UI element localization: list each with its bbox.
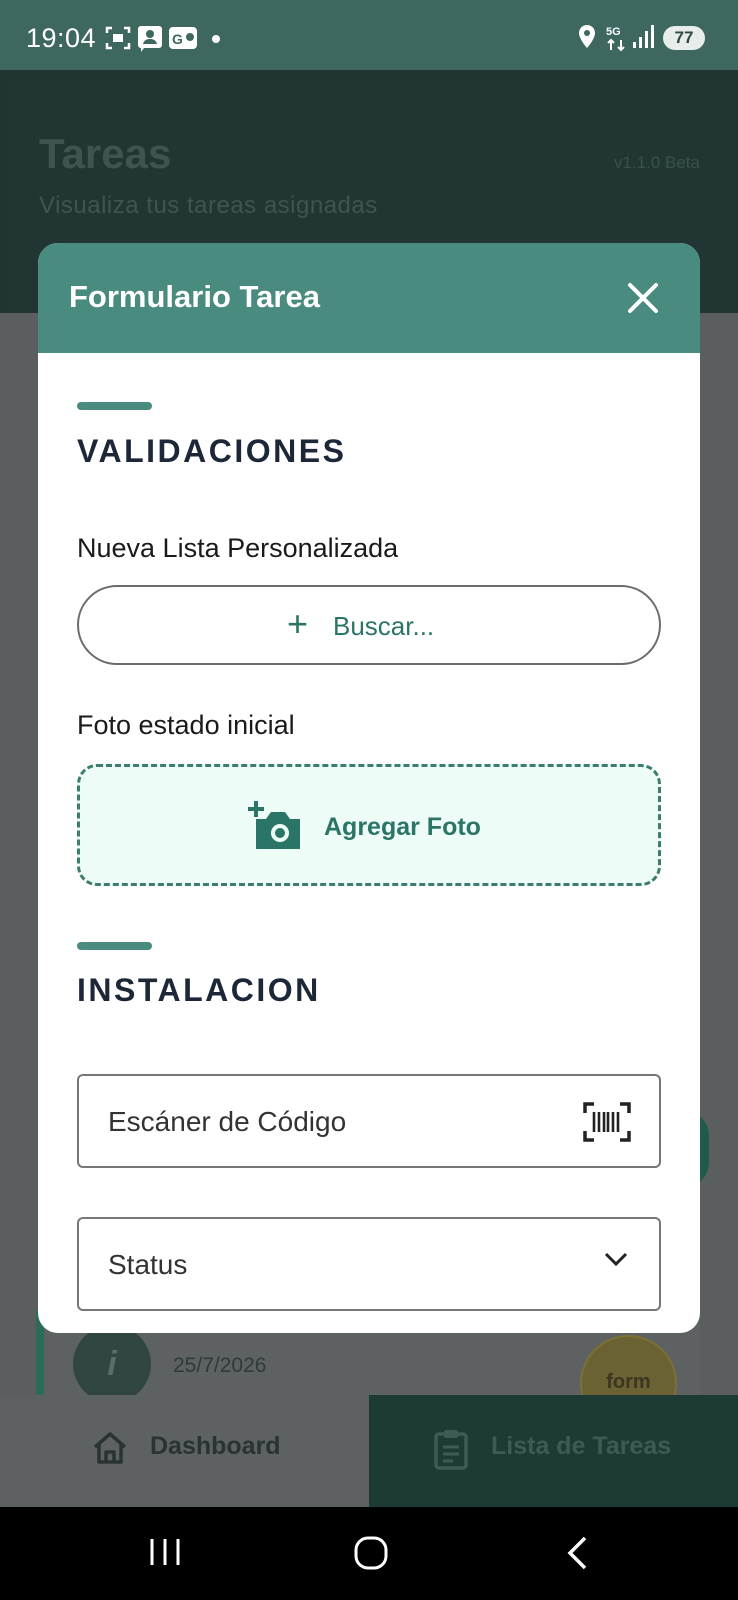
app-subtitle: Visualiza tus tareas asignadas	[39, 192, 378, 219]
home-icon	[93, 1432, 127, 1464]
nav-label-dashboard: Dashboard	[150, 1432, 281, 1460]
back-icon[interactable]	[563, 1535, 593, 1571]
home-circle-icon[interactable]	[353, 1535, 389, 1571]
status-select[interactable]: Status	[77, 1217, 661, 1311]
app-version: v1.1.0 Beta	[613, 153, 700, 172]
contact-icon	[138, 26, 162, 52]
nav-item-dashboard[interactable]: Dashboard	[0, 1395, 369, 1507]
bottom-navigation: Dashboard Lista de Tareas	[0, 1395, 738, 1507]
dialog-body: VALIDACIONES Nueva Lista Personalizada +…	[38, 353, 700, 1333]
dialog-title: Formulario Tarea	[69, 279, 320, 314]
signal-icon	[633, 25, 654, 48]
code-scanner-field[interactable]: Escáner de Código	[77, 1074, 661, 1168]
info-icon: i	[73, 1325, 151, 1403]
photo-label: Foto estado inicial	[77, 710, 295, 740]
nav-label-task-list: Lista de Tareas	[491, 1432, 672, 1460]
add-photo-button[interactable]: Agregar Foto	[77, 764, 661, 886]
section-title-installation: INSTALACION	[77, 972, 321, 1008]
barcode-icon[interactable]	[583, 1101, 631, 1143]
add-photo-icon	[248, 801, 300, 849]
code-scanner-placeholder: Escáner de Código	[108, 1106, 347, 1137]
status-placeholder: Status	[108, 1249, 188, 1280]
notification-dot	[212, 35, 220, 43]
search-button[interactable]: + Buscar...	[77, 585, 661, 665]
system-navigation-bar	[0, 1507, 738, 1600]
section-divider	[77, 942, 152, 950]
task-date: 25/7/2026	[173, 1354, 267, 1377]
search-button-label: Buscar...	[333, 611, 435, 641]
location-icon	[579, 25, 595, 48]
app-title: Tareas	[39, 130, 172, 177]
plus-icon: +	[287, 603, 309, 644]
custom-list-label: Nueva Lista Personalizada	[77, 533, 399, 563]
section-divider	[77, 402, 152, 410]
status-time: 19:04	[26, 23, 97, 53]
section-title-validations: VALIDACIONES	[77, 433, 347, 469]
chevron-down-icon	[604, 1252, 628, 1267]
add-photo-label: Agregar Foto	[324, 813, 481, 841]
close-icon[interactable]	[618, 273, 668, 323]
g-pay-icon: G	[169, 27, 197, 49]
nav-item-task-list[interactable]: Lista de Tareas	[369, 1395, 738, 1507]
clipboard-icon	[434, 1430, 468, 1470]
svg-text:G: G	[172, 31, 183, 47]
recents-icon[interactable]	[148, 1535, 182, 1569]
status-bar: 19:04 G 5G 77	[0, 0, 738, 70]
screenshot-icon	[105, 26, 131, 50]
task-form-dialog: Formulario Tarea VALIDACIONES Nueva List…	[38, 243, 700, 1333]
svg-text:5G: 5G	[606, 26, 621, 38]
dialog-header: Formulario Tarea	[38, 243, 700, 353]
5g-icon: 5G	[606, 26, 625, 52]
battery-indicator: 77	[663, 26, 705, 50]
